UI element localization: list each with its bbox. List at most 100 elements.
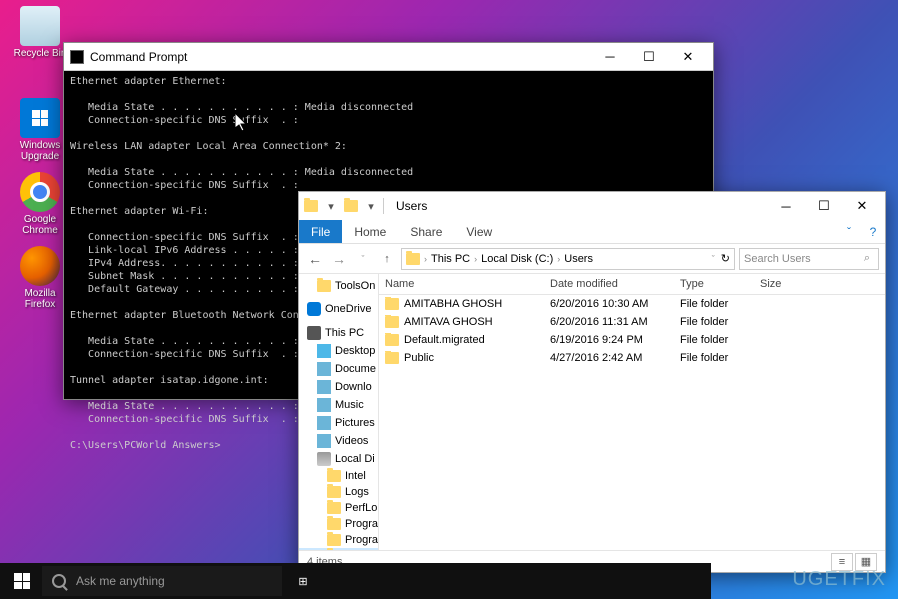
column-header-name[interactable]: Name bbox=[379, 274, 544, 294]
sidebar-item-progra2[interactable]: Progra bbox=[299, 532, 378, 548]
explorer-file-list: Name Date modified Type Size AMITABHA GH… bbox=[379, 274, 885, 550]
downloads-icon bbox=[317, 380, 331, 394]
file-size bbox=[754, 339, 814, 341]
desktop-icon bbox=[317, 344, 331, 358]
folder-icon bbox=[385, 334, 399, 346]
start-button[interactable] bbox=[2, 563, 42, 599]
file-date: 6/20/2016 10:30 AM bbox=[544, 297, 674, 311]
firefox-icon bbox=[20, 246, 60, 286]
folder-icon bbox=[406, 253, 420, 265]
file-type: File folder bbox=[674, 297, 754, 311]
column-headers: Name Date modified Type Size bbox=[379, 274, 885, 295]
sidebar-item-documents[interactable]: Docume bbox=[299, 360, 378, 378]
explorer-title: Users bbox=[396, 199, 427, 213]
breadcrumb-item[interactable]: Users bbox=[560, 253, 597, 265]
folder-icon bbox=[303, 198, 319, 214]
ribbon-expand-icon[interactable]: ˇ bbox=[837, 220, 861, 243]
windows-logo-icon bbox=[14, 573, 30, 589]
music-icon bbox=[317, 398, 331, 412]
table-row[interactable]: AMITAVA GHOSH6/20/2016 11:31 AMFile fold… bbox=[379, 313, 885, 331]
new-folder-icon[interactable] bbox=[343, 198, 359, 214]
disk-icon bbox=[317, 452, 331, 466]
task-view-icon: ⊞ bbox=[298, 575, 307, 588]
minimize-button[interactable]: ─ bbox=[591, 46, 629, 68]
column-header-type[interactable]: Type bbox=[674, 274, 754, 294]
file-name: Default.migrated bbox=[404, 334, 485, 346]
folder-icon bbox=[385, 298, 399, 310]
dropdown-icon[interactable]: ˇ bbox=[712, 254, 715, 264]
table-row[interactable]: Default.migrated6/19/2016 9:24 PMFile fo… bbox=[379, 331, 885, 349]
recent-dropdown-icon[interactable]: ˇ bbox=[353, 249, 373, 269]
desktop-icon-label: Windows Upgrade bbox=[10, 140, 70, 162]
sidebar-item-perflo[interactable]: PerfLo bbox=[299, 500, 378, 516]
table-row[interactable]: Public4/27/2016 2:42 AMFile folder bbox=[379, 349, 885, 367]
back-button[interactable]: ← bbox=[305, 249, 325, 269]
qat-dropdown-icon[interactable]: ▾ bbox=[363, 198, 379, 214]
up-button[interactable]: ↑ bbox=[377, 249, 397, 269]
search-icon bbox=[52, 574, 66, 588]
tab-share[interactable]: Share bbox=[398, 220, 454, 243]
sidebar-item-videos[interactable]: Videos bbox=[299, 432, 378, 450]
pc-icon bbox=[307, 326, 321, 340]
file-name: AMITABHA GHOSH bbox=[404, 298, 502, 310]
videos-icon bbox=[317, 434, 331, 448]
refresh-icon[interactable]: ↻ bbox=[721, 252, 730, 265]
tab-view[interactable]: View bbox=[454, 220, 504, 243]
desktop-icon-mozilla-firefox[interactable]: Mozilla Firefox bbox=[10, 246, 70, 310]
breadcrumb[interactable]: › This PC › Local Disk (C:) › Users ˇ ↻ bbox=[401, 248, 735, 270]
search-input[interactable]: Search Users ⌕ bbox=[739, 248, 879, 270]
cortana-search-input[interactable]: Ask me anything bbox=[42, 566, 282, 596]
windows-upgrade-icon bbox=[20, 98, 60, 138]
breadcrumb-item[interactable]: This PC bbox=[427, 253, 474, 265]
maximize-button[interactable]: ☐ bbox=[630, 46, 668, 68]
sidebar-item-music[interactable]: Music bbox=[299, 396, 378, 414]
task-view-button[interactable]: ⊞ bbox=[282, 563, 324, 599]
file-size bbox=[754, 321, 814, 323]
watermark: UGETFIX bbox=[792, 568, 886, 591]
recycle-bin-icon bbox=[20, 6, 60, 46]
forward-button[interactable]: → bbox=[329, 249, 349, 269]
file-date: 6/19/2016 9:24 PM bbox=[544, 333, 674, 347]
explorer-ribbon: File Home Share View ˇ ? bbox=[299, 220, 885, 244]
maximize-button[interactable]: ☐ bbox=[805, 194, 843, 218]
explorer-titlebar[interactable]: ▾ ▾ Users ─ ☐ ✕ bbox=[299, 192, 885, 220]
sidebar-item-onedrive[interactable]: OneDrive bbox=[299, 300, 378, 318]
file-size bbox=[754, 303, 814, 305]
properties-icon[interactable]: ▾ bbox=[323, 198, 339, 214]
search-placeholder: Ask me anything bbox=[76, 574, 165, 588]
breadcrumb-item[interactable]: Local Disk (C:) bbox=[477, 253, 557, 265]
table-row[interactable]: AMITABHA GHOSH 6/20/2016 10:30 AMFile fol… bbox=[379, 295, 885, 313]
close-button[interactable]: ✕ bbox=[843, 194, 881, 218]
search-text: Search Users bbox=[744, 253, 811, 265]
minimize-button[interactable]: ─ bbox=[767, 194, 805, 218]
documents-icon bbox=[317, 362, 331, 376]
search-icon: ⌕ bbox=[864, 252, 870, 265]
desktop-icon-windows-upgrade[interactable]: Windows Upgrade bbox=[10, 98, 70, 162]
sidebar-item-progra1[interactable]: Progra bbox=[299, 516, 378, 532]
desktop-icon-label: Mozilla Firefox bbox=[10, 288, 70, 310]
onedrive-icon bbox=[307, 302, 321, 316]
sidebar-item-logs[interactable]: Logs bbox=[299, 484, 378, 500]
cmd-titlebar[interactable]: Command Prompt ─ ☐ ✕ bbox=[64, 43, 713, 71]
sidebar-item-intel[interactable]: Intel bbox=[299, 468, 378, 484]
file-type: File folder bbox=[674, 351, 754, 365]
column-header-date[interactable]: Date modified bbox=[544, 274, 674, 294]
sidebar-item-desktop[interactable]: Desktop bbox=[299, 342, 378, 360]
desktop-icon-recycle-bin[interactable]: Recycle Bin bbox=[10, 6, 70, 59]
explorer-address-bar: ← → ˇ ↑ › This PC › Local Disk (C:) › Us… bbox=[299, 244, 885, 274]
sidebar-item-local-disk[interactable]: Local Di bbox=[299, 450, 378, 468]
file-name: Public bbox=[404, 352, 434, 364]
tab-file[interactable]: File bbox=[299, 220, 342, 243]
explorer-sidebar[interactable]: ToolsOn OneDrive This PC Desktop Docume … bbox=[299, 274, 379, 550]
help-icon[interactable]: ? bbox=[861, 220, 885, 243]
desktop-icon-google-chrome[interactable]: Google Chrome bbox=[10, 172, 70, 236]
sidebar-item-downloads[interactable]: Downlo bbox=[299, 378, 378, 396]
sidebar-item-toolson[interactable]: ToolsOn bbox=[299, 278, 378, 294]
column-header-size[interactable]: Size bbox=[754, 274, 814, 294]
file-type: File folder bbox=[674, 315, 754, 329]
close-button[interactable]: ✕ bbox=[669, 46, 707, 68]
sidebar-item-this-pc[interactable]: This PC bbox=[299, 324, 378, 342]
tab-home[interactable]: Home bbox=[342, 220, 398, 243]
file-name: AMITAVA GHOSH bbox=[404, 316, 493, 328]
sidebar-item-pictures[interactable]: Pictures bbox=[299, 414, 378, 432]
